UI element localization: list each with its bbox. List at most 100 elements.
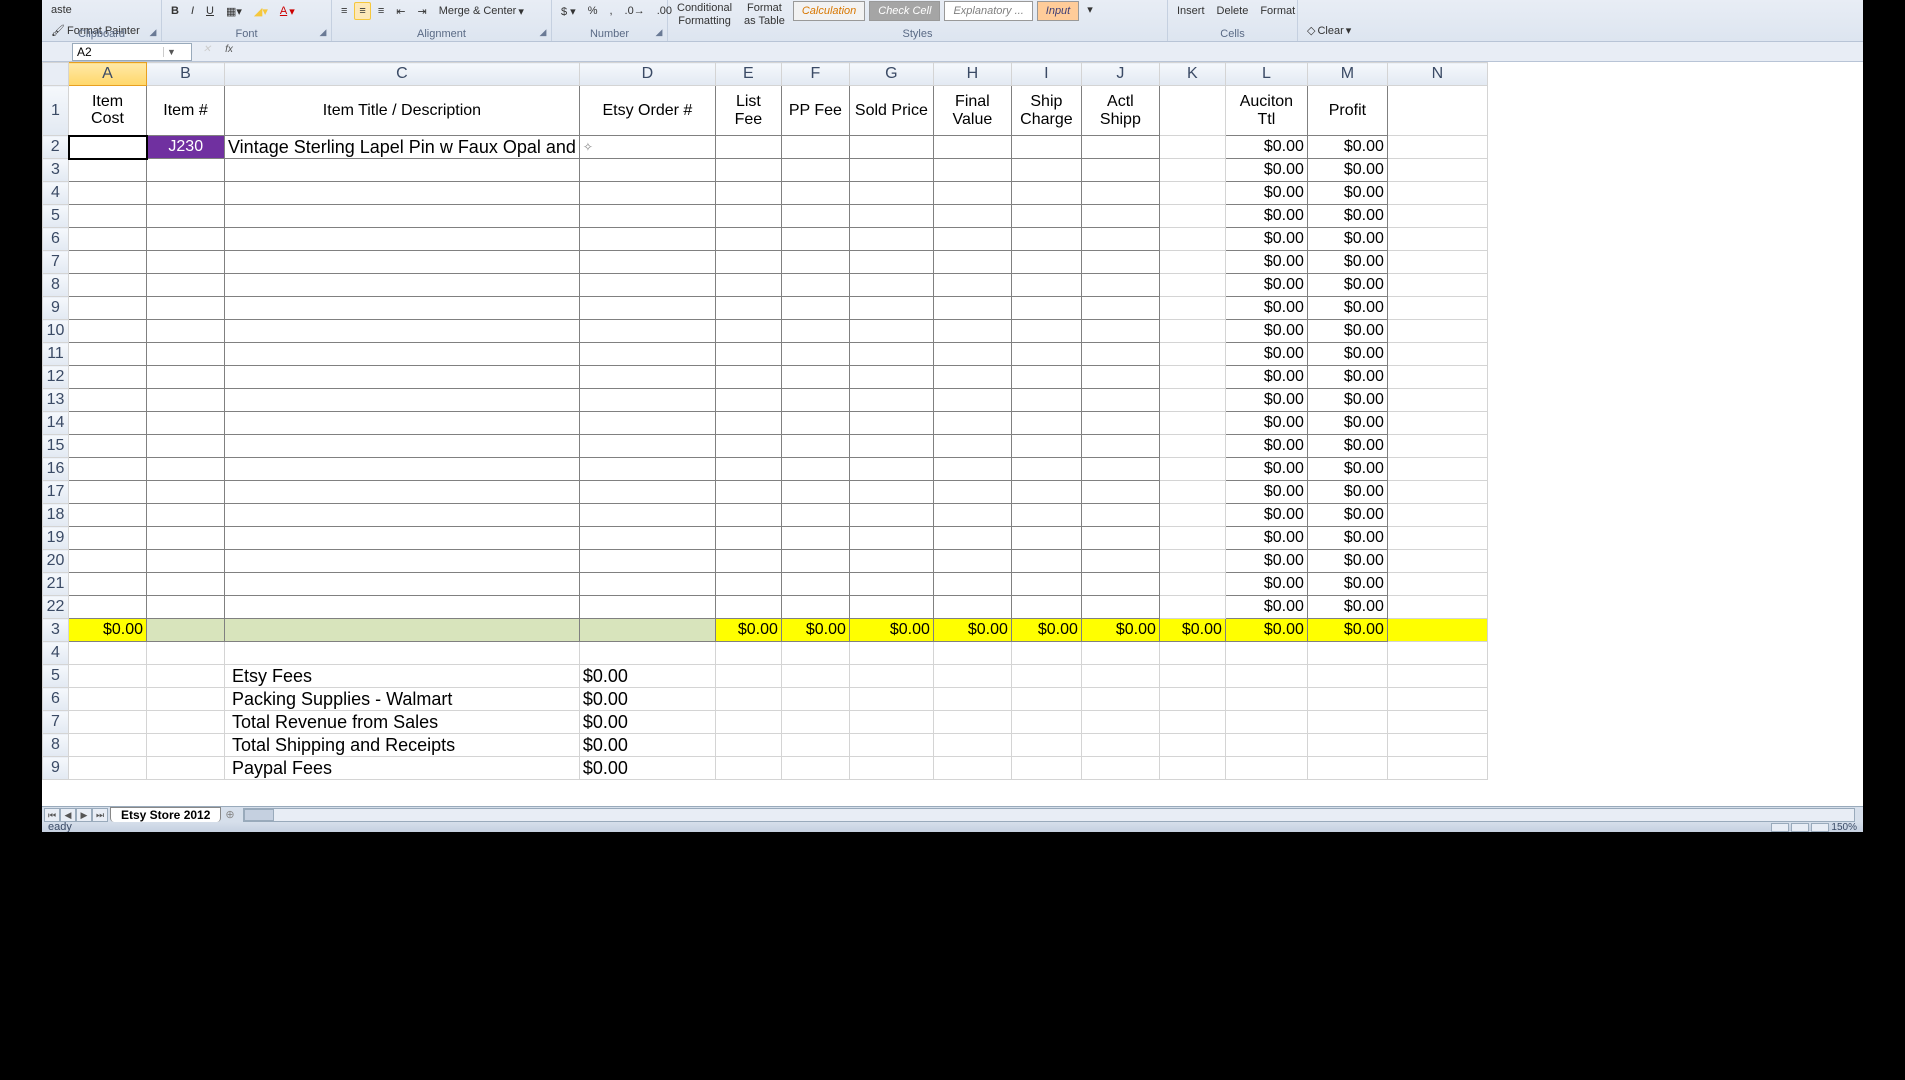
currency-button[interactable]: $ ▾ — [556, 2, 581, 21]
cell-J23[interactable]: $0.00 — [1081, 619, 1159, 642]
cell-J15[interactable] — [1081, 435, 1159, 458]
cell-D16[interactable] — [579, 458, 715, 481]
cell-M14[interactable]: $0.00 — [1307, 412, 1387, 435]
cell-D21[interactable] — [579, 573, 715, 596]
cell-H24[interactable] — [933, 642, 1011, 665]
row-header-12[interactable]: 12 — [43, 366, 69, 389]
cell-L26[interactable] — [1225, 688, 1307, 711]
cell-L15[interactable]: $0.00 — [1225, 435, 1307, 458]
cell-C7[interactable] — [225, 251, 580, 274]
cell-E17[interactable] — [715, 481, 781, 504]
cell-N22[interactable] — [1387, 596, 1487, 619]
cell-M16[interactable]: $0.00 — [1307, 458, 1387, 481]
cell-I7[interactable] — [1011, 251, 1081, 274]
cell-K4[interactable] — [1159, 182, 1225, 205]
header-cell-I[interactable]: ShipCharge — [1011, 86, 1081, 136]
cell-B20[interactable] — [147, 550, 225, 573]
cell-L3[interactable]: $0.00 — [1225, 159, 1307, 182]
header-cell-G[interactable]: Sold Price — [849, 86, 933, 136]
row-header-22[interactable]: 22 — [43, 596, 69, 619]
cell-N13[interactable] — [1387, 389, 1487, 412]
cell-F6[interactable] — [781, 228, 849, 251]
cell-B25[interactable] — [147, 665, 225, 688]
row-header-9[interactable]: 9 — [43, 297, 69, 320]
cell-F26[interactable] — [781, 688, 849, 711]
cell-A13[interactable] — [69, 389, 147, 412]
cell-L19[interactable]: $0.00 — [1225, 527, 1307, 550]
cell-N9[interactable] — [1387, 297, 1487, 320]
column-header-B[interactable]: B — [147, 63, 225, 86]
cell-H11[interactable] — [933, 343, 1011, 366]
insert-button[interactable]: Insert — [1172, 2, 1210, 20]
header-cell-H[interactable]: FinalValue — [933, 86, 1011, 136]
cell-B22[interactable] — [147, 596, 225, 619]
cell-A14[interactable] — [69, 412, 147, 435]
cell-F24[interactable] — [781, 642, 849, 665]
cell-D9[interactable] — [579, 297, 715, 320]
cell-B23[interactable] — [147, 619, 225, 642]
cell-G13[interactable] — [849, 389, 933, 412]
merge-center-button[interactable]: Merge & Center ▾ — [434, 2, 529, 21]
row-header-16[interactable]: 16 — [43, 458, 69, 481]
cell-C21[interactable] — [225, 573, 580, 596]
row-header-5[interactable]: 5 — [43, 205, 69, 228]
row-header-18[interactable]: 18 — [43, 504, 69, 527]
column-header-E[interactable]: E — [715, 63, 781, 86]
cell-B24[interactable] — [147, 642, 225, 665]
cell-B29[interactable] — [147, 757, 225, 780]
cell-K17[interactable] — [1159, 481, 1225, 504]
column-header-N[interactable]: N — [1387, 63, 1487, 86]
cell-K11[interactable] — [1159, 343, 1225, 366]
cell-M28[interactable] — [1307, 734, 1387, 757]
cell-A12[interactable] — [69, 366, 147, 389]
cell-F22[interactable] — [781, 596, 849, 619]
font-launcher[interactable]: ◢ — [317, 27, 329, 39]
cell-N26[interactable] — [1387, 688, 1487, 711]
cell-L23[interactable]: $0.00 — [1225, 619, 1307, 642]
cell-N18[interactable] — [1387, 504, 1487, 527]
cell-L5[interactable]: $0.00 — [1225, 205, 1307, 228]
cell-I20[interactable] — [1011, 550, 1081, 573]
cell-G19[interactable] — [849, 527, 933, 550]
row-header-20[interactable]: 20 — [43, 550, 69, 573]
horizontal-scrollbar[interactable] — [243, 808, 1855, 822]
select-all-corner[interactable] — [43, 63, 69, 86]
row-header-3[interactable]: 3 — [43, 159, 69, 182]
cell-E19[interactable] — [715, 527, 781, 550]
cell-F4[interactable] — [781, 182, 849, 205]
cell-A22[interactable] — [69, 596, 147, 619]
cell-I19[interactable] — [1011, 527, 1081, 550]
cell-I15[interactable] — [1011, 435, 1081, 458]
cell-I26[interactable] — [1011, 688, 1081, 711]
cell-L29[interactable] — [1225, 757, 1307, 780]
cell-J22[interactable] — [1081, 596, 1159, 619]
cell-A28[interactable] — [69, 734, 147, 757]
cell-G27[interactable] — [849, 711, 933, 734]
cell-H22[interactable] — [933, 596, 1011, 619]
cell-A15[interactable] — [69, 435, 147, 458]
style-check-cell[interactable]: Check Cell — [869, 1, 940, 21]
cell-G20[interactable] — [849, 550, 933, 573]
cell-I9[interactable] — [1011, 297, 1081, 320]
cell-C28[interactable]: Total Shipping and Receipts — [225, 734, 580, 757]
cell-M22[interactable]: $0.00 — [1307, 596, 1387, 619]
cell-H13[interactable] — [933, 389, 1011, 412]
cell-B8[interactable] — [147, 274, 225, 297]
align-right-button[interactable]: ≡ — [373, 2, 389, 20]
cell-E28[interactable] — [715, 734, 781, 757]
cell-A10[interactable] — [69, 320, 147, 343]
cell-B21[interactable] — [147, 573, 225, 596]
cell-J17[interactable] — [1081, 481, 1159, 504]
cell-H18[interactable] — [933, 504, 1011, 527]
bold-button[interactable]: B — [166, 2, 184, 20]
header-cell-L[interactable]: AucitonTtl — [1225, 86, 1307, 136]
cell-L6[interactable]: $0.00 — [1225, 228, 1307, 251]
cell-A8[interactable] — [69, 274, 147, 297]
cell-N4[interactable] — [1387, 182, 1487, 205]
cell-G24[interactable] — [849, 642, 933, 665]
underline-button[interactable]: U — [201, 2, 219, 20]
cell-D6[interactable] — [579, 228, 715, 251]
cell-N14[interactable] — [1387, 412, 1487, 435]
cell-A11[interactable] — [69, 343, 147, 366]
styles-more-button[interactable]: ▾ — [1082, 0, 1098, 19]
